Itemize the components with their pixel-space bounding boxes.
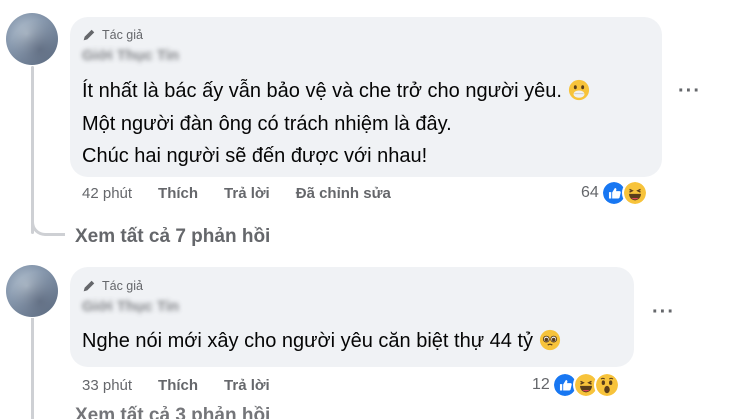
reaction-count: 12 <box>532 376 550 393</box>
wow-reaction-icon <box>593 372 620 398</box>
thread-connector <box>31 206 65 236</box>
comment-actions: 33 phút Thích Trả lời <box>82 377 296 394</box>
author-badge: Tác giả <box>82 279 143 293</box>
more-options-button[interactable]: ··· <box>652 301 675 324</box>
like-button[interactable]: Thích <box>158 185 198 202</box>
author-badge-label: Tác giả <box>102 28 143 42</box>
author-badge: Tác giả <box>82 28 143 42</box>
comment-bubble: Tác giả Giới Thục Tin Nghe nói mới xây c… <box>70 267 634 367</box>
reaction-icons <box>551 372 620 398</box>
comment-text: Nghe nói mới xây cho người yêu căn biệt … <box>82 330 534 352</box>
comment-actions: 42 phút Thích Trả lời Đã chỉnh sửa <box>82 185 391 202</box>
reply-button[interactable]: Trả lời <box>224 185 270 202</box>
reply-button[interactable]: Trả lời <box>224 377 270 394</box>
avatar[interactable] <box>6 13 58 65</box>
pen-icon <box>83 29 95 41</box>
reaction-summary[interactable]: 64 <box>581 180 648 206</box>
more-options-button[interactable]: ··· <box>678 80 701 103</box>
view-replies-link[interactable]: Xem tất cả 7 phản hồi <box>75 226 270 248</box>
face-with-hand-over-mouth-icon <box>568 79 589 101</box>
comment-text-line: Ít nhất là bác ấy vẫn bảo vệ và che trở … <box>82 79 590 103</box>
pleading-face-icon <box>539 329 561 351</box>
comment-text: Ít nhất là bác ấy vẫn bảo vệ và che trở … <box>82 80 562 102</box>
reaction-summary[interactable]: 12 <box>532 372 620 398</box>
comment-text: Một người đàn ông có trách nhiệm là đây. <box>82 113 452 135</box>
view-replies-link[interactable]: Xem tất cả 3 phản hồi <box>75 405 270 419</box>
edited-label[interactable]: Đã chỉnh sửa <box>296 185 391 202</box>
author-name[interactable]: Giới Thục Tin <box>82 298 179 315</box>
like-button[interactable]: Thích <box>158 377 198 394</box>
pen-icon <box>83 280 95 292</box>
comment-time[interactable]: 42 phút <box>82 185 132 202</box>
comment-bubble: Tác giả Giới Thục Tin Ít nhất là bác ấy … <box>70 17 662 177</box>
avatar[interactable] <box>6 265 58 317</box>
author-name[interactable]: Giới Thục Tin <box>82 47 179 64</box>
comment-text-line: Nghe nói mới xây cho người yêu căn biệt … <box>82 329 561 353</box>
reaction-icons <box>600 180 648 206</box>
author-badge-label: Tác giả <box>102 279 143 293</box>
comment-text: Chúc hai người sẽ đến được với nhau! <box>82 145 428 167</box>
comment-time[interactable]: 33 phút <box>82 377 132 394</box>
haha-reaction-icon <box>621 180 648 206</box>
thread-line <box>31 318 34 419</box>
reaction-count: 64 <box>581 184 599 201</box>
